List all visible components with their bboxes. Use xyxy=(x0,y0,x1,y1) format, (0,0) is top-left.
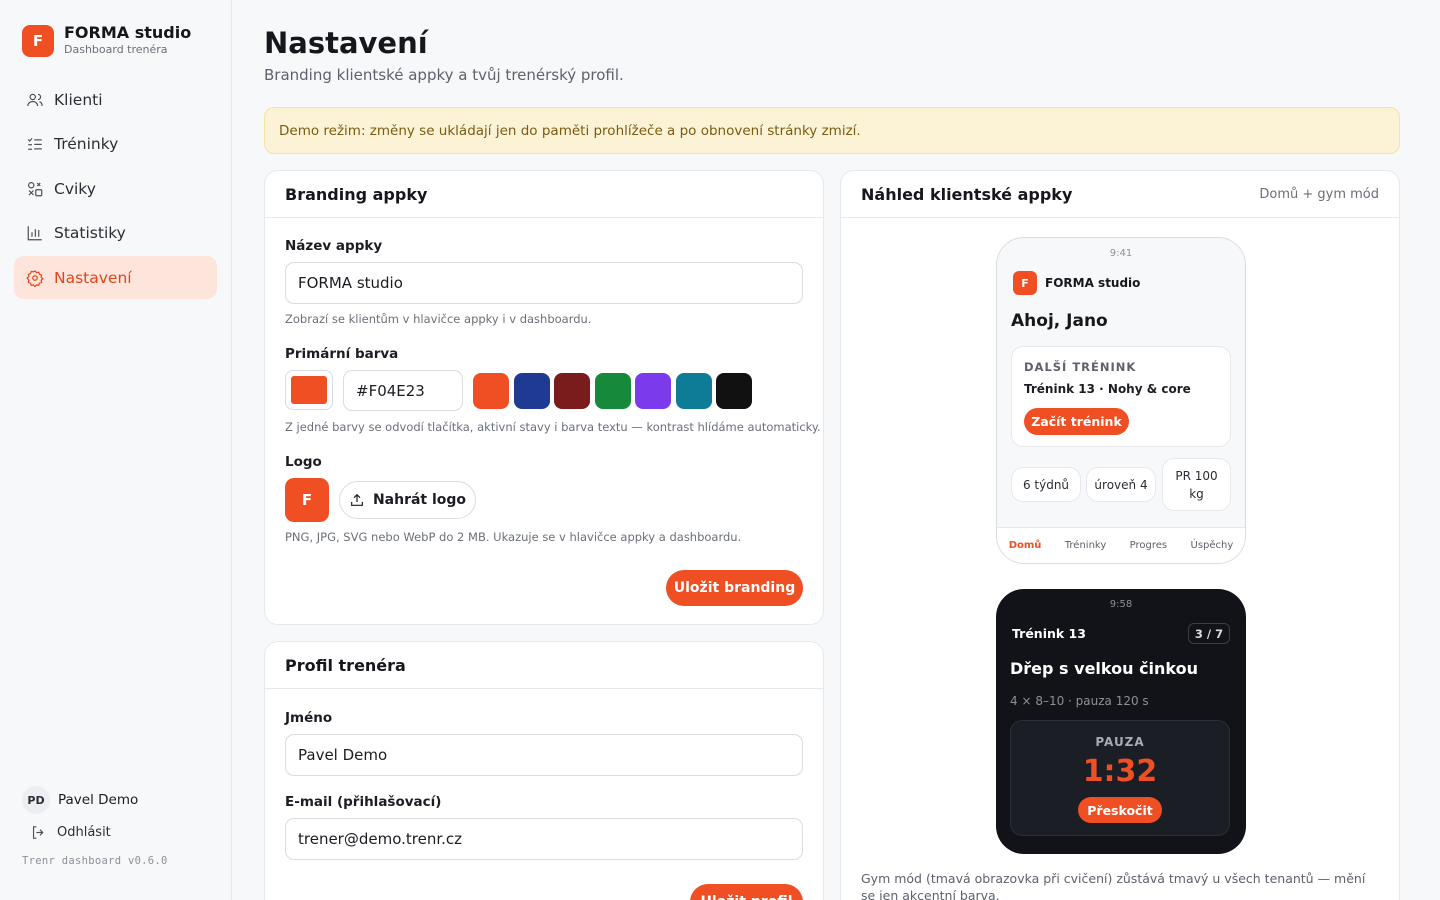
sidebar-item-label: Klienti xyxy=(54,90,103,109)
gym-exercise-meta: 4 × 8–10 · pauza 120 s xyxy=(1010,694,1149,708)
sidebar-item-klienti[interactable]: Klienti xyxy=(14,78,217,121)
color-swatch[interactable] xyxy=(635,373,671,409)
logout-label: Odhlásit xyxy=(57,825,111,840)
stat-chip: 6 týdnů xyxy=(1011,467,1081,502)
rest-timer: 1:32 xyxy=(1082,754,1158,789)
page-subtitle: Branding klientské appky a tvůj trenérsk… xyxy=(264,66,624,84)
bar-chart-icon xyxy=(27,226,42,241)
branding-card-header: Branding appky xyxy=(265,171,823,218)
stat-chip: úroveň 4 xyxy=(1086,467,1156,502)
color-swatch[interactable] xyxy=(473,373,509,409)
profile-card-title: Profil trenéra xyxy=(285,655,406,675)
preview-tab: Progres xyxy=(1129,540,1168,551)
save-profile-button[interactable]: Uložit profil xyxy=(690,884,803,900)
preview-tab: Tréninky xyxy=(1064,540,1107,551)
users-icon xyxy=(27,93,43,106)
primary-color-hint: Z jedné barvy se odvodí tlačítka, aktivn… xyxy=(285,420,821,434)
color-swatch[interactable] xyxy=(675,373,712,409)
save-branding-button[interactable]: Uložit branding xyxy=(666,570,803,606)
name-input[interactable] xyxy=(285,734,803,776)
gym-mode-footnote: Gym mód (tmavá obrazovka při cvičení) zů… xyxy=(861,871,1366,900)
upload-logo-label: Nahrát logo xyxy=(372,492,467,508)
start-workout-button: Začít trénink xyxy=(1024,408,1129,435)
next-workout-card: DALŠÍ TRÉNINK Trénink 13 · Nohy & core Z… xyxy=(1011,346,1231,447)
branding-card: Branding appky Název appky Zobrazí se kl… xyxy=(264,170,824,625)
stat-chip: PR 100 kg xyxy=(1162,458,1231,511)
primary-color-label: Primární barva xyxy=(285,346,399,362)
next-workout-title: Trénink 13 · Nohy & core xyxy=(1024,382,1191,396)
sidebar-item-statistiky[interactable]: Statistiky xyxy=(14,212,217,255)
preview-tab: Úspěchy xyxy=(1190,540,1234,551)
color-swatches xyxy=(473,373,757,409)
app-name-input[interactable] xyxy=(285,262,803,304)
shapes-icon xyxy=(28,181,43,196)
logo-label: Logo xyxy=(285,454,322,470)
next-workout-kicker: DALŠÍ TRÉNINK xyxy=(1024,360,1137,374)
brand: F FORMA studio Dashboard trenéra xyxy=(22,24,191,57)
color-swatch[interactable] xyxy=(594,373,631,409)
user-profile: PD Pavel Demo xyxy=(22,786,138,814)
gym-progress-badge: 3 / 7 xyxy=(1188,623,1230,644)
logout-button[interactable]: Odhlásit xyxy=(30,824,111,841)
profile-card-header: Profil trenéra xyxy=(265,642,823,689)
color-hex-input[interactable] xyxy=(343,370,463,411)
gym-mode-preview: 9:58 Trénink 13 3 / 7 Dřep s velkou čink… xyxy=(996,589,1246,854)
preview-tab-bar: Domů Tréninky Progres Úspěchy xyxy=(997,527,1245,563)
color-swatch[interactable] xyxy=(554,373,590,409)
app-preview-card: Náhled klientské appky Domů + gym mód 9:… xyxy=(840,170,1400,900)
app-preview-title: Náhled klientské appky xyxy=(861,184,1073,204)
preview-tab: Domů xyxy=(1008,540,1042,551)
email-label: E-mail (přihlašovací) xyxy=(285,794,442,810)
profile-card: Profil trenéra Jméno E-mail (přihlašovac… xyxy=(264,641,824,900)
color-picker-preview xyxy=(291,376,327,404)
brand-logo: F xyxy=(22,24,54,57)
sidebar-nav: Klienti Tréninky Cviky Statistiky Nastav… xyxy=(14,78,217,301)
brand-name: FORMA studio xyxy=(64,23,192,42)
brand-subtitle: Dashboard trenéra xyxy=(64,43,168,56)
name-label: Jméno xyxy=(285,710,333,726)
app-preview-note: Domů + gym mód xyxy=(1259,186,1379,202)
sidebar-item-cviky[interactable]: Cviky xyxy=(14,167,217,210)
user-name: Pavel Demo xyxy=(58,792,139,808)
color-picker[interactable] xyxy=(285,370,333,410)
skip-rest-button: Přeskočit xyxy=(1078,797,1162,823)
logo-hint: PNG, JPG, SVG nebo WebP do 2 MB. Ukazuje… xyxy=(285,530,742,544)
demo-mode-banner: Demo režim: změny se ukládají jen do pam… xyxy=(264,107,1400,154)
sidebar-item-treninky[interactable]: Tréninky xyxy=(14,123,217,166)
status-time: 9:41 xyxy=(1109,248,1133,259)
email-field[interactable] xyxy=(285,818,803,860)
logo-preview: F xyxy=(285,478,329,522)
sidebar: F FORMA studio Dashboard trenéra Klienti… xyxy=(0,0,232,900)
preview-brand: F FORMA studio xyxy=(1013,271,1140,295)
avatar: PD xyxy=(22,786,50,814)
home-screen-preview: 9:41 F FORMA studio Ahoj, Jano DALŠÍ TRÉ… xyxy=(996,237,1246,564)
color-swatch[interactable] xyxy=(716,373,752,409)
preview-logo: F xyxy=(1013,271,1037,295)
color-swatch[interactable] xyxy=(513,373,550,409)
sidebar-item-label: Tréninky xyxy=(54,135,119,153)
sidebar-item-label: Statistiky xyxy=(54,224,126,242)
upload-icon xyxy=(351,493,363,506)
checklist-icon xyxy=(27,137,42,150)
sidebar-item-nastaveni[interactable]: Nastavení xyxy=(14,256,217,299)
branding-card-title: Branding appky xyxy=(285,184,428,204)
upload-logo-button[interactable]: Nahrát logo xyxy=(339,481,476,519)
page-title: Nastavení xyxy=(264,26,428,60)
app-preview-header: Náhled klientské appky Domů + gym mód xyxy=(841,171,1399,218)
sidebar-item-label: Nastavení xyxy=(54,268,132,287)
app-name-hint: Zobrazí se klientům v hlavičce appky i v… xyxy=(285,312,592,326)
rest-timer-card: PAUZA 1:32 Přeskočit xyxy=(1010,720,1230,836)
gear-icon xyxy=(26,269,44,287)
status-time: 9:58 xyxy=(1109,599,1133,610)
app-name-label: Název appky xyxy=(285,238,383,254)
gym-exercise-name: Dřep s velkou činkou xyxy=(1010,659,1199,678)
app-version: Trenr dashboard v0.6.0 xyxy=(22,855,168,867)
preview-greeting: Ahoj, Jano xyxy=(1011,311,1108,331)
sidebar-item-label: Cviky xyxy=(54,179,96,198)
preview-brand-name: FORMA studio xyxy=(1045,276,1141,290)
gym-workout-title: Trénink 13 xyxy=(1012,626,1086,641)
rest-label: PAUZA xyxy=(1095,735,1145,749)
logout-icon xyxy=(32,826,44,839)
